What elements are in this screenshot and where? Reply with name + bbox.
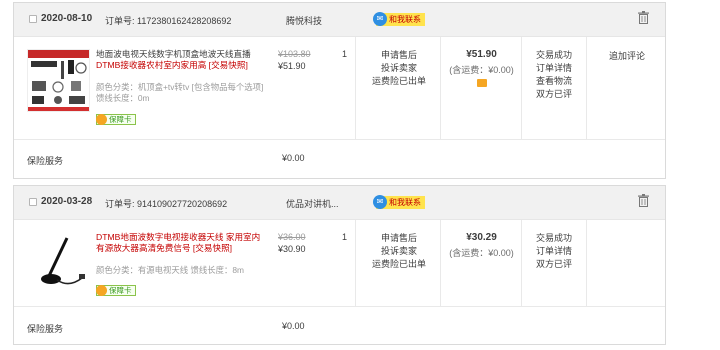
contact-label: 和我联系 — [389, 15, 421, 24]
complain-seller-link[interactable]: 投诉卖家 — [369, 245, 429, 258]
credit-card-icon — [476, 79, 487, 87]
order-header: 2020-03-28 订单号: 914109027720208692 优品对讲机… — [14, 186, 665, 220]
title-text-rest: 接收器农村室内家用高 [交易快照] — [120, 60, 248, 70]
title-text: 地面波电视天线数字机顶盒地波天线直播 — [96, 49, 251, 59]
shipping-insurance-link[interactable]: 运费险已出单 — [369, 75, 429, 88]
after-sale-links: 申请售后 投诉卖家 运费险已出单 — [369, 49, 429, 88]
quantity: 1 — [342, 49, 348, 59]
shop-name[interactable]: 腾悦科技 — [286, 14, 322, 27]
product-spec: 颜色分类：有源电视天线 馈线长度：8m — [96, 265, 244, 275]
order-checkbox[interactable] — [29, 15, 37, 23]
badge-label: 保障卡 — [109, 115, 132, 124]
shop-name[interactable]: 优品对讲机... — [286, 197, 339, 210]
shipping-fee: (含运费：¥0.00) — [449, 248, 514, 258]
shield-icon — [96, 285, 107, 296]
divider — [440, 220, 441, 306]
contact-label: 和我联系 — [389, 198, 421, 207]
apply-after-sale-link[interactable]: 申请售后 — [369, 49, 429, 62]
product-thumbnail[interactable] — [27, 232, 90, 295]
product-image — [28, 50, 89, 111]
status-text: 交易成功 — [535, 50, 572, 60]
chat-icon: ✉ — [373, 195, 387, 209]
order-total: ¥30.29 (含运费：¥0.00) — [442, 232, 521, 259]
order-card: 2020-08-10 订单号: 1172380162428208692 腾悦科技… — [13, 2, 666, 179]
trash-icon[interactable] — [638, 11, 649, 24]
insurance-price: ¥0.00 — [282, 321, 305, 331]
order-total: ¥51.90 (含运费：¥0.00) — [442, 49, 521, 89]
badge-label: 保障卡 — [109, 286, 132, 295]
add-review-link[interactable]: 追加评论 — [587, 49, 667, 62]
order-checkbox[interactable] — [29, 198, 37, 206]
chat-icon: ✉ — [373, 12, 387, 26]
order-header: 2020-08-10 订单号: 1172380162428208692 腾悦科技… — [14, 3, 665, 37]
view-logistics-link[interactable]: 查看物流 — [522, 75, 586, 88]
order-date: 2020-08-10 — [41, 13, 93, 24]
total-amount: ¥30.29 — [466, 232, 497, 243]
insurance-row: 保险服务 ¥0.00 — [14, 308, 665, 344]
insurance-row: 保险服务 ¥0.00 — [14, 140, 665, 178]
complain-seller-link[interactable]: 投诉卖家 — [369, 62, 429, 75]
status-text: 交易成功 — [535, 233, 572, 243]
order-item: DTMB地面波数字电视接收器天线 家用室内有源放大器高清免费信号 [交易快照] … — [14, 220, 665, 307]
trash-icon[interactable] — [638, 194, 649, 207]
review-status: 双方已评 — [535, 259, 572, 269]
insurance-label: 保险服务 — [27, 324, 64, 334]
original-price: ¥103.80 — [278, 49, 311, 59]
product-title[interactable]: DTMB地面波数字电视接收器天线 家用室内有源放大器高清免费信号 [交易快照] — [96, 232, 264, 254]
insurance-price: ¥0.00 — [282, 153, 305, 163]
order-status: 交易成功 订单详情 查看物流 双方已评 — [522, 49, 586, 101]
contact-seller-button[interactable]: ✉ 和我联系 — [373, 195, 425, 209]
unit-price: ¥51.90 — [278, 61, 306, 71]
order-status: 交易成功 订单详情 双方已评 — [522, 232, 586, 271]
guarantee-badge[interactable]: 保障卡 — [96, 114, 136, 125]
title-highlight: DTMB — [96, 60, 121, 70]
order-number: 订单号: 1172380162428208692 — [105, 16, 232, 26]
unit-price: ¥30.90 — [278, 244, 306, 254]
after-sale-links: 申请售后 投诉卖家 运费险已出单 — [369, 232, 429, 271]
divider — [355, 220, 356, 306]
contact-seller-button[interactable]: ✉ 和我联系 — [373, 12, 425, 26]
divider — [440, 37, 441, 139]
product-thumbnail[interactable] — [27, 49, 90, 112]
order-number: 订单号: 914109027720208692 — [105, 199, 228, 209]
review-status: 双方已评 — [535, 89, 572, 99]
divider — [355, 37, 356, 139]
quantity: 1 — [342, 232, 348, 242]
total-amount: ¥51.90 — [466, 49, 497, 60]
order-details-link[interactable]: 订单详情 — [522, 62, 586, 75]
original-price: ¥36.00 — [278, 232, 306, 242]
product-image — [41, 237, 85, 285]
shield-icon — [96, 114, 107, 125]
order-date: 2020-03-28 — [41, 196, 93, 207]
title-text-rest: 地面波数字电视接收器天线 家用室内有源放大器高清免费信号 [交易快照] — [96, 232, 261, 253]
order-card: 2020-03-28 订单号: 914109027720208692 优品对讲机… — [13, 185, 666, 345]
product-title[interactable]: 地面波电视天线数字机顶盒地波天线直播 DTMB接收器农村室内家用高 [交易快照] — [96, 49, 264, 71]
order-details-link[interactable]: 订单详情 — [522, 245, 586, 258]
title-highlight: DTMB — [96, 232, 121, 242]
order-item: 地面波电视天线数字机顶盒地波天线直播 DTMB接收器农村室内家用高 [交易快照] … — [14, 37, 665, 140]
shipping-fee: (含运费：¥0.00) — [449, 65, 514, 75]
divider — [586, 220, 587, 306]
apply-after-sale-link[interactable]: 申请售后 — [369, 232, 429, 245]
insurance-label: 保险服务 — [27, 156, 64, 166]
product-spec: 颜色分类：机顶盒+tv转tv [包含物品每个选项] 馈线长度：0m — [96, 82, 264, 103]
guarantee-badge[interactable]: 保障卡 — [96, 285, 136, 296]
shipping-insurance-link[interactable]: 运费险已出单 — [369, 258, 429, 271]
